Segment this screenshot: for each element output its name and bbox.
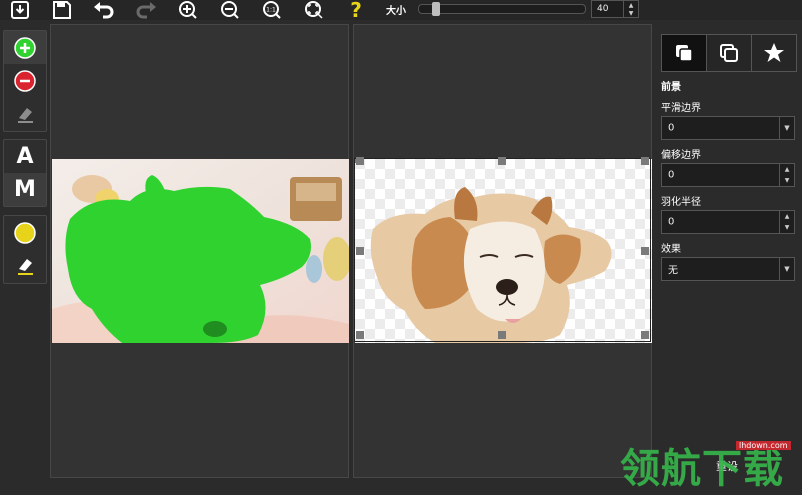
fit-icon[interactable] — [301, 0, 327, 20]
mark-background-button[interactable] — [4, 64, 46, 97]
feather-label: 羽化半径 — [661, 197, 701, 208]
panel-tabs — [661, 34, 797, 72]
resize-handle-tl[interactable] — [356, 157, 364, 165]
remove-red-icon — [14, 69, 36, 92]
eraser-yellow-icon — [18, 258, 33, 275]
resize-handle-ml[interactable] — [356, 247, 364, 255]
resize-handle-mr[interactable] — [641, 247, 649, 255]
mark-foreground-button[interactable] — [4, 31, 46, 64]
svg-text:1:1: 1:1 — [266, 7, 276, 14]
offset-stepper[interactable]: 0 ▲ ▼ — [661, 163, 795, 187]
stepper-down-icon[interactable]: ▼ — [629, 10, 634, 17]
smooth-value: 0 — [668, 122, 675, 134]
effect-value: 无 — [668, 265, 678, 277]
left-toolbar: A M — [0, 27, 48, 467]
mark-tools-group — [3, 30, 47, 132]
manual-mode-label: M — [14, 177, 36, 202]
manual-mode-button[interactable]: M — [4, 173, 46, 206]
add-green-icon — [14, 36, 36, 59]
yellow-brush-icon — [14, 221, 36, 244]
resize-handle-bl[interactable] — [356, 331, 364, 339]
size-label: 大小 — [386, 6, 406, 17]
mode-group: A M — [3, 139, 47, 207]
section-title: 前景 — [661, 82, 681, 93]
redo-icon[interactable] — [133, 0, 159, 20]
eraser-button[interactable] — [4, 97, 46, 130]
actual-size-icon[interactable]: 1:1 — [259, 0, 285, 20]
resize-handle-tr[interactable] — [641, 157, 649, 165]
star-icon — [764, 43, 784, 62]
spin-icon[interactable]: ▲ ▼ — [779, 211, 794, 233]
effect-label: 效果 — [661, 244, 681, 255]
save-icon[interactable] — [49, 0, 75, 20]
feather-stepper[interactable]: 0 ▲ ▼ — [661, 210, 795, 234]
auto-mode-label: A — [16, 144, 34, 169]
resize-handle-bc[interactable] — [498, 331, 506, 339]
smooth-stepper[interactable]: 0 ▼ — [661, 116, 795, 140]
resize-handle-tc[interactable] — [498, 157, 506, 165]
eraser-yellow-button[interactable] — [4, 249, 46, 282]
auto-mode-button[interactable]: A — [4, 140, 46, 173]
source-photo — [52, 159, 349, 343]
size-slider-handle[interactable] — [431, 2, 440, 16]
zoom-out-icon[interactable] — [217, 0, 243, 20]
zoom-in-icon[interactable] — [175, 0, 201, 20]
offset-value: 0 — [668, 169, 675, 181]
smooth-label: 平滑边界 — [661, 103, 701, 114]
tab-background[interactable] — [707, 35, 752, 71]
toolbar: 1:1 ? 大小 40 ▲ ▼ — [0, 0, 802, 20]
size-slider[interactable] — [418, 2, 586, 16]
background-layers-icon — [720, 44, 738, 62]
tab-effects[interactable] — [752, 35, 796, 71]
paint-tools-group — [3, 215, 47, 284]
watermark-url: lhdown.com — [736, 441, 791, 450]
resize-handle-br[interactable] — [641, 331, 649, 339]
foreground-layers-icon — [676, 45, 693, 62]
eraser-icon — [18, 107, 33, 123]
yellow-brush-button[interactable] — [4, 216, 46, 249]
offset-label: 偏移边界 — [661, 150, 701, 161]
result-canvas[interactable] — [353, 24, 652, 478]
help-icon[interactable]: ? — [343, 0, 369, 20]
size-stepper[interactable]: 40 ▲ ▼ — [591, 0, 639, 18]
mark-canvas[interactable] — [50, 24, 349, 478]
spin-icon[interactable]: ▲ ▼ — [779, 164, 794, 186]
undo-icon[interactable] — [91, 0, 117, 20]
stepper-up-icon[interactable]: ▲ — [629, 2, 634, 9]
feather-value: 0 — [668, 216, 675, 228]
tab-foreground[interactable] — [662, 35, 707, 71]
chevron-down-icon[interactable]: ▼ — [779, 258, 794, 280]
import-icon[interactable] — [7, 0, 33, 20]
chevron-down-icon[interactable]: ▼ — [779, 117, 794, 139]
effect-select[interactable]: 无 ▼ — [661, 257, 795, 281]
properties-panel: 前景 平滑边界 0 ▼ 偏移边界 0 ▲ ▼ 羽化半径 0 ▲ ▼ 效果 无 ▼ — [653, 26, 802, 495]
result-photo — [355, 159, 652, 343]
svg-text:?: ? — [350, 0, 362, 20]
size-value: 40 — [597, 4, 609, 14]
